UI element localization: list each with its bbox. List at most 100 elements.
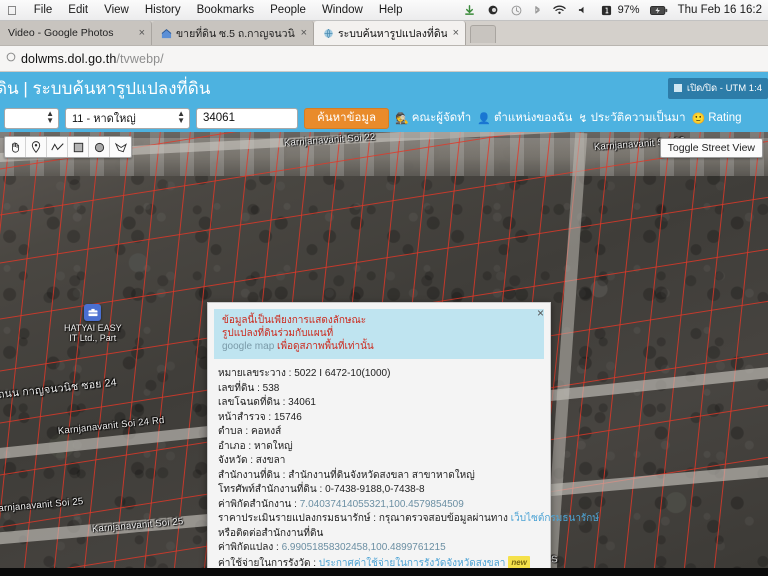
- link-committee-label: คณะผู้จัดทำ: [411, 112, 472, 124]
- field-survey-page: หน้าสำรวจ : 15746: [218, 411, 302, 423]
- field-office-phone-value: 0-7438-9188,0-7438-8: [325, 484, 425, 495]
- satellite-map[interactable]: Karnjanavanit Soi 22 Karnjanavanit Soi 2…: [0, 132, 768, 568]
- parcel-info-popup: × ข้อมูลนี้เป็นเพียงการแสดงลักษณะ รูปแปล…: [207, 302, 599, 569]
- page-title: ดิน | ระบบค้นหารูปแปลงที่ดิน: [0, 78, 211, 98]
- updown-arrows-icon: ▲ ▼: [177, 109, 185, 125]
- popup-notice-line3: google map เพื่อดูสภาพพื้นที่เท่านั้น: [222, 340, 536, 353]
- field-rawang-value: 5022 I 6472-10(1000): [294, 368, 391, 379]
- browser-tab-1-title: Video - Google Photos: [8, 27, 114, 39]
- field-province-value: สงขลา: [255, 455, 286, 466]
- link-my-location[interactable]: 👤 ตำแหน่งของฉัน: [477, 109, 572, 127]
- menu-bookmarks[interactable]: Bookmarks: [189, 4, 263, 16]
- close-icon[interactable]: ×: [537, 307, 544, 319]
- amphur-select[interactable]: 11 - หาดใหญ่ ▲ ▼: [65, 107, 190, 129]
- page-info-icon[interactable]: [6, 52, 16, 65]
- search-button[interactable]: ค้นหาข้อมูล: [304, 107, 389, 129]
- timemachine-icon[interactable]: [505, 5, 528, 16]
- field-chanote-no-value: 34061: [288, 397, 316, 408]
- field-land-office: สำนักงานที่ดิน : สำนักงานที่ดินจังหวัดสง…: [218, 469, 475, 481]
- popup-notice-line3-rest: เพื่อดูสภาพพื้นที่เท่านั้น: [274, 341, 374, 352]
- circle-icon[interactable]: [89, 137, 110, 157]
- hand-pan-icon[interactable]: [5, 137, 26, 157]
- utm-toggle-label: เปิด/ปิด - UTM 1:4: [686, 82, 762, 94]
- menu-history[interactable]: History: [137, 4, 189, 16]
- field-land-no: เลขที่ดิน : 538: [218, 382, 280, 394]
- menu-people[interactable]: People: [262, 4, 314, 16]
- popup-body: หมายเลขระวาง : 5022 I 6472-10(1000) เลขท…: [208, 359, 599, 569]
- menu-bar-clock[interactable]: Thu Feb 16 16:2: [674, 4, 768, 16]
- popup-notice-line2: รูปแปลงที่ดินร่วมกับแผนที่: [222, 328, 334, 339]
- field-land-no-value: 538: [262, 382, 280, 394]
- app-header: ดิน | ระบบค้นหารูปแปลงที่ดิน เปิด/ปิด - …: [0, 72, 768, 104]
- menu-view[interactable]: View: [96, 4, 137, 16]
- address-bar[interactable]: dolwms.dol.go.th/tvwebp/: [0, 46, 768, 72]
- polyline-icon[interactable]: [47, 137, 68, 157]
- menu-edit[interactable]: Edit: [60, 4, 96, 16]
- field-survey-page-value: 15746: [273, 411, 302, 423]
- menu-window[interactable]: Window: [314, 4, 371, 16]
- treasury-website-link[interactable]: เว็บไซต์กรมธนารักษ์: [511, 513, 599, 524]
- new-tab-button[interactable]: [470, 25, 496, 43]
- house-icon: [160, 27, 172, 39]
- globe-icon: [322, 27, 334, 39]
- field-land-office-value: สำนักงานที่ดินจังหวัดสงขลา สาขาหาดใหญ่: [288, 469, 475, 481]
- bottom-bar: [0, 568, 768, 576]
- url-domain: dolwms.dol.go.th: [21, 51, 117, 66]
- close-icon[interactable]: ×: [299, 27, 307, 39]
- link-history[interactable]: ↯ ประวัติความเป็นมา: [578, 109, 685, 127]
- field-parcel-coord-value: 6.99051858302458,100.4899761215: [281, 542, 446, 553]
- poi-name-line2: IT Ltd., Part: [69, 333, 117, 343]
- survey-fee-link[interactable]: ประกาศค่าใช้จ่ายในการรังวัดจังหวัดสงขลา: [319, 558, 506, 569]
- checkbox-icon[interactable]: [673, 84, 682, 92]
- toggle-street-view-button[interactable]: Toggle Street View: [659, 138, 763, 158]
- polygon-icon[interactable]: [110, 137, 131, 157]
- menu-help[interactable]: Help: [371, 4, 411, 16]
- utm-toggle[interactable]: เปิด/ปิด - UTM 1:4: [667, 77, 768, 99]
- dropbox-icon[interactable]: [481, 5, 505, 15]
- field-chanote-no: เลขโฉนดที่ดิน : 34061: [218, 397, 316, 408]
- browser-tab-1[interactable]: Video - Google Photos ×: [0, 21, 152, 45]
- team-icon: 🕵: [395, 112, 409, 125]
- link-rating[interactable]: 🙂 Rating: [692, 112, 742, 125]
- apple-logo-icon[interactable]: : [0, 4, 26, 17]
- browser-tab-2-title: ขายที่ดิน ซ.5 ถ.กาญจนวนิช ต.คอห: [176, 27, 295, 40]
- province-select[interactable]: ▲ ▼: [4, 107, 59, 129]
- marker-icon[interactable]: [26, 137, 47, 157]
- field-office-coord: ค่าพิกัดสำนักงาน : 7.04037414055321,100.…: [218, 498, 464, 510]
- field-amphur-value: หาดใหญ่: [253, 440, 293, 452]
- browser-tab-3[interactable]: ระบบค้นหารูปแปลงที่ดิน ×: [314, 21, 466, 45]
- close-icon[interactable]: ×: [451, 27, 459, 39]
- field-tambon: ตำบล : คอหงส์: [218, 426, 282, 437]
- popup-notice: ข้อมูลนี้เป็นเพียงการแสดงลักษณะ รูปแปลงท…: [214, 309, 544, 359]
- field-amphur-key: อำเภอ: [218, 440, 246, 452]
- browser-tab-3-title: ระบบค้นหารูปแปลงที่ดิน: [338, 27, 447, 40]
- briefcase-icon: [84, 304, 102, 321]
- search-toolbar: ▲ ▼ 11 - หาดใหญ่ ▲ ▼ 34061 ค้นหาข้อมูล 🕵 ค…: [0, 104, 768, 132]
- url-path: /tvwebp/: [116, 51, 164, 66]
- poi-hatyai-easy-it[interactable]: HATYAI EASY IT Ltd., Part: [64, 304, 122, 343]
- parcel-number-input[interactable]: 34061: [196, 107, 298, 129]
- field-amphur: อำเภอ : หาดใหญ่: [218, 440, 293, 452]
- star-icon: 🙂: [691, 112, 706, 125]
- rectangle-icon[interactable]: [68, 137, 89, 157]
- close-icon[interactable]: ×: [137, 27, 145, 39]
- field-survey-fee: ค่าใช้จ่ายในการรังวัด : ประกาศค่าใช้จ่าย…: [218, 555, 542, 569]
- field-office-coord-value: 7.04037414055321,100.4579854509: [299, 498, 464, 510]
- link-history-label: ประวัติความเป็นมา: [590, 112, 686, 124]
- battery-charging-icon[interactable]: [644, 5, 674, 15]
- wifi-icon[interactable]: [547, 5, 572, 15]
- new-badge: new: [508, 555, 530, 568]
- link-my-location-label: ตำแหน่งของฉัน: [493, 112, 573, 124]
- volume-icon[interactable]: [572, 5, 595, 15]
- google-map-link[interactable]: google map: [222, 341, 274, 352]
- field-chanote-no-key: เลขโฉนดที่ดิน: [218, 397, 280, 408]
- link-committee[interactable]: 🕵 คณะผู้จัดทำ: [395, 109, 471, 127]
- browser-tab-strip: Video - Google Photos × ขายที่ดิน ซ.5 ถ.…: [0, 21, 768, 46]
- browser-tab-2[interactable]: ขายที่ดิน ซ.5 ถ.กาญจนวนิช ต.คอห ×: [152, 21, 314, 45]
- bluetooth-icon[interactable]: [528, 5, 547, 16]
- menu-file[interactable]: File: [26, 4, 61, 16]
- download-icon[interactable]: [458, 4, 481, 16]
- onepassword-icon[interactable]: [595, 5, 618, 16]
- address-bar-url[interactable]: dolwms.dol.go.th/tvwebp/: [21, 52, 164, 66]
- link-rating-label: Rating: [708, 112, 742, 124]
